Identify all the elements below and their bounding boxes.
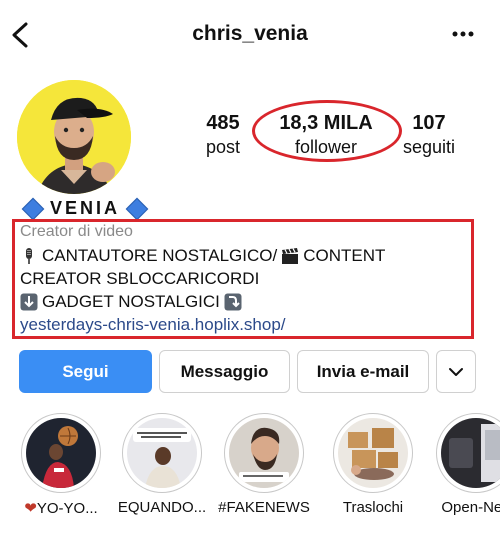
highlight-label: Traslochi bbox=[342, 499, 404, 516]
display-name-text: VENIA bbox=[50, 198, 121, 218]
message-button[interactable]: Messaggio bbox=[159, 350, 290, 393]
highlight-cover bbox=[122, 413, 202, 493]
story-highlight[interactable]: ❤YO-YO... bbox=[15, 413, 107, 517]
highlight-label-text: YO-YO... bbox=[36, 500, 98, 517]
posts-count: 485 bbox=[206, 112, 240, 134]
following-label: seguiti bbox=[402, 137, 456, 157]
bio-line: CREATOR SBLOCCARICORDI bbox=[20, 269, 260, 288]
chevron-down-icon bbox=[449, 367, 463, 376]
followers-annotation-ellipse bbox=[252, 100, 402, 162]
stat-following[interactable]: 107 seguiti bbox=[398, 112, 460, 158]
following-count: 107 bbox=[412, 112, 446, 134]
highlight-label: ❤YO-YO... bbox=[15, 499, 107, 517]
more-options-icon[interactable] bbox=[450, 26, 476, 42]
down-arrow-icon bbox=[20, 293, 38, 311]
bio-text: GADGET NOSTALGICI bbox=[42, 292, 220, 311]
stat-posts[interactable]: 485 post bbox=[192, 112, 254, 158]
blue-diamond-icon bbox=[125, 197, 149, 220]
posts-label: post bbox=[205, 137, 241, 157]
clapperboard-icon bbox=[281, 247, 299, 265]
follow-button[interactable]: Segui bbox=[19, 350, 152, 393]
highlight-cover bbox=[436, 413, 500, 493]
microphone-icon bbox=[20, 247, 38, 265]
story-highlight[interactable]: Traslochi bbox=[327, 413, 419, 516]
suggested-accounts-button[interactable] bbox=[436, 350, 476, 393]
story-highlight[interactable]: Open-Nea bbox=[430, 413, 500, 516]
avatar[interactable] bbox=[17, 80, 131, 194]
story-highlight[interactable]: #FAKENEWS bbox=[218, 413, 310, 516]
broken-heart-icon: ❤ bbox=[24, 500, 37, 517]
bio-link[interactable]: yesterdays-chris-venia.hoplix.shop/ bbox=[20, 315, 286, 335]
highlight-cover bbox=[21, 413, 101, 493]
story-highlight[interactable]: EQUANDO... bbox=[116, 413, 208, 516]
highlight-label: Open-Nea bbox=[441, 499, 500, 516]
blue-diamond-icon bbox=[21, 197, 45, 220]
display-name: VENIA bbox=[21, 197, 149, 220]
highlight-cover bbox=[224, 413, 304, 493]
highlight-label: #FAKENEWS bbox=[218, 499, 310, 516]
highlight-label: EQUANDO... bbox=[117, 499, 207, 516]
highlight-cover bbox=[333, 413, 413, 493]
profile-username: chris_venia bbox=[192, 22, 308, 45]
down-right-arrow-icon bbox=[224, 293, 242, 311]
bio-line: CANTAUTORE NOSTALGICO/ CONTENT bbox=[20, 246, 385, 266]
bio-text: CONTENT bbox=[303, 246, 386, 265]
bio-line: GADGET NOSTALGICI bbox=[20, 292, 242, 312]
bio-text: CANTAUTORE NOSTALGICO/ bbox=[42, 246, 278, 265]
email-button[interactable]: Invia e-mail bbox=[297, 350, 429, 393]
profile-category: Creator di video bbox=[20, 223, 133, 240]
